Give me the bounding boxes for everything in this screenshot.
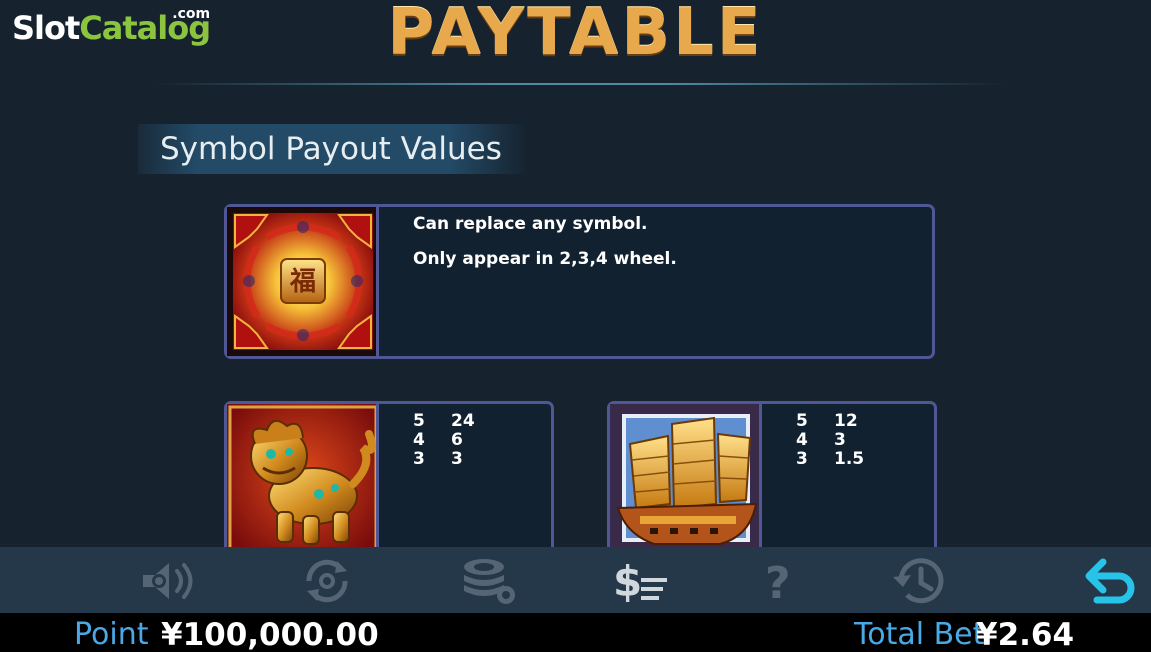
page-title: PAYTABLE bbox=[387, 0, 764, 70]
payout-count: 4 bbox=[796, 430, 808, 450]
total-bet-label: Total Bet bbox=[854, 617, 985, 652]
payout-row: 4 3 bbox=[796, 431, 864, 450]
lion-payouts: 5 24 4 6 3 3 bbox=[413, 412, 475, 469]
sound-button[interactable] bbox=[133, 555, 203, 607]
golden-lion-symbol-image bbox=[227, 404, 379, 558]
title-divider bbox=[150, 83, 1010, 85]
wild-line-2: Only appear in 2,3,4 wheel. bbox=[413, 249, 677, 269]
payout-count: 3 bbox=[413, 449, 425, 469]
ship-symbol-card: 5 12 4 3 3 1.5 bbox=[607, 401, 937, 561]
autoplay-button[interactable] bbox=[292, 555, 362, 607]
payout-count: 5 bbox=[413, 411, 425, 431]
payout-value: 6 bbox=[451, 430, 463, 450]
section-title: Symbol Payout Values bbox=[160, 131, 502, 167]
svg-text:?: ? bbox=[765, 558, 791, 606]
ship-payouts: 5 12 4 3 3 1.5 bbox=[796, 412, 864, 469]
junk-ship-symbol-image bbox=[610, 404, 762, 558]
svg-text:福: 福 bbox=[289, 267, 316, 297]
payout-value: 12 bbox=[834, 411, 858, 431]
history-icon bbox=[893, 558, 944, 604]
wild-description: Can replace any symbol. Only appear in 2… bbox=[413, 215, 677, 285]
svg-text:$: $ bbox=[613, 557, 642, 606]
payout-count: 5 bbox=[796, 411, 808, 431]
paytable-button[interactable]: $ bbox=[606, 555, 676, 607]
help-button[interactable]: ? bbox=[746, 555, 816, 607]
wild-symbol-card: 福 Can replace any symbol. Only appear in… bbox=[224, 204, 935, 359]
lion-symbol-card: 5 24 4 6 3 3 bbox=[224, 401, 554, 561]
history-button[interactable] bbox=[882, 555, 952, 607]
payout-count: 3 bbox=[796, 449, 808, 469]
bottom-toolbar: $ ? bbox=[0, 547, 1151, 613]
wild-line-1: Can replace any symbol. bbox=[413, 214, 648, 234]
total-bet-value: ¥2.64 bbox=[976, 617, 1075, 652]
payout-value: 3 bbox=[451, 449, 463, 469]
paytable-icon: $ bbox=[613, 557, 667, 606]
chips-icon bbox=[464, 559, 515, 604]
sound-icon bbox=[143, 563, 193, 599]
back-button[interactable] bbox=[1076, 555, 1146, 607]
payout-value: 1.5 bbox=[834, 449, 865, 469]
payout-value: 3 bbox=[834, 430, 846, 450]
help-icon: ? bbox=[765, 558, 791, 606]
payout-row: 5 12 bbox=[796, 412, 864, 431]
back-icon bbox=[1085, 558, 1135, 604]
autoplay-icon bbox=[306, 559, 348, 603]
fu-wild-symbol-image: 福 bbox=[227, 207, 379, 356]
point-label: Point bbox=[74, 617, 149, 652]
payout-row: 5 24 bbox=[413, 412, 475, 431]
payout-row: 3 3 bbox=[413, 450, 475, 469]
point-value: ¥100,000.00 bbox=[161, 617, 379, 652]
payout-row: 3 1.5 bbox=[796, 450, 864, 469]
payout-value: 24 bbox=[451, 411, 475, 431]
balance-bar: Point ¥100,000.00 Total Bet ¥2.64 bbox=[0, 613, 1151, 652]
chips-button[interactable] bbox=[452, 555, 522, 607]
payout-row: 4 6 bbox=[413, 431, 475, 450]
payout-count: 4 bbox=[413, 430, 425, 450]
